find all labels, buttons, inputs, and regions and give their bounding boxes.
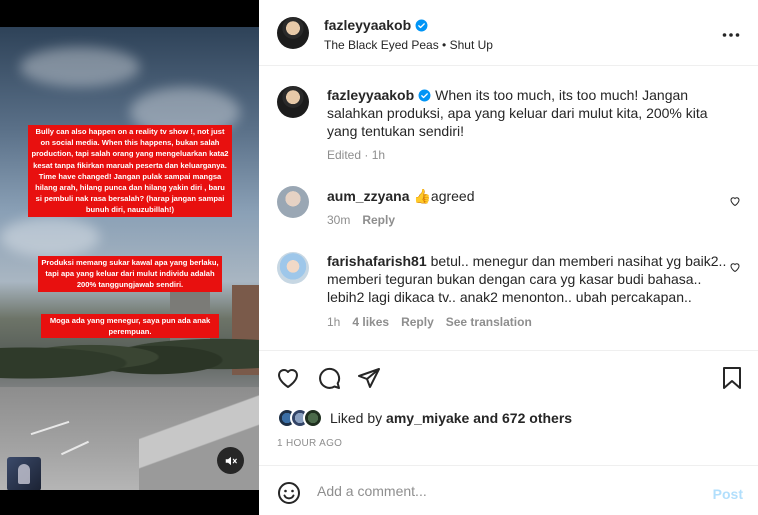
reply-button[interactable]: Reply xyxy=(401,315,434,329)
caption-username[interactable]: fazleyyaakob xyxy=(327,87,414,103)
video-caption-1: Bully can also happen on a reality tv sh… xyxy=(28,125,232,217)
more-horizontal-icon xyxy=(722,33,740,37)
comment-item: farishafarish81 betul.. menegur dan membe… xyxy=(277,252,747,332)
cloud xyxy=(20,47,140,87)
more-options-button[interactable] xyxy=(722,22,740,43)
reel-video[interactable]: Bully can also happen on a reality tv sh… xyxy=(0,27,259,490)
comment-input[interactable] xyxy=(317,479,697,503)
post-panel: fazleyyaakob The Black Eyed Peas • Shut … xyxy=(259,0,758,515)
caption-meta: Edited · 1h xyxy=(327,148,386,162)
comment-composer: Post xyxy=(259,465,758,515)
comment-time: 1h xyxy=(327,315,341,329)
author-avatar[interactable] xyxy=(277,17,309,49)
comment-username[interactable]: farishafarish81 xyxy=(327,253,427,269)
caption-avatar[interactable] xyxy=(277,86,309,118)
liked-by-others[interactable]: and 672 others xyxy=(473,410,572,426)
album-art[interactable] xyxy=(7,457,41,490)
comment-likes[interactable]: 4 likes xyxy=(352,315,389,329)
likes-summary: Liked by amy_miyake and 672 others xyxy=(277,407,572,429)
post-comment-button[interactable]: Post xyxy=(713,486,743,502)
post-timestamp[interactable]: 1 HOUR AGO xyxy=(277,438,342,449)
emoji-icon[interactable] xyxy=(277,481,301,505)
video-caption-2: Produksi memang sukar kawal apa yang ber… xyxy=(38,256,222,292)
comments-list: fazleyyaakob When its too much, its too m… xyxy=(259,67,758,350)
road-barrier xyxy=(139,387,259,490)
post-header: fazleyyaakob The Black Eyed Peas • Shut … xyxy=(259,0,758,66)
action-bar: Liked by amy_miyake and 672 others 1 HOU… xyxy=(259,350,758,465)
mute-button[interactable] xyxy=(217,447,244,474)
verified-badge-icon xyxy=(415,19,428,32)
cloud xyxy=(0,217,100,257)
post-media: Bully can also happen on a reality tv sh… xyxy=(0,0,259,515)
see-translation-button[interactable]: See translation xyxy=(446,315,532,329)
comment-text: 👍agreed xyxy=(413,188,475,204)
like-comment-heart-icon[interactable] xyxy=(729,195,741,207)
liked-by-prefix: Liked by xyxy=(330,410,383,426)
verified-badge-icon xyxy=(418,89,431,102)
liked-by-user[interactable]: amy_miyake xyxy=(386,410,469,426)
audio-link[interactable]: The Black Eyed Peas • Shut Up xyxy=(324,38,493,52)
author-username[interactable]: fazleyyaakob xyxy=(324,17,411,33)
save-bookmark-icon[interactable] xyxy=(722,366,742,390)
like-heart-icon[interactable] xyxy=(276,366,300,390)
commenter-avatar[interactable] xyxy=(277,252,309,284)
post-caption: fazleyyaakob When its too much, its too m… xyxy=(277,86,747,181)
speaker-muted-icon xyxy=(225,456,237,465)
liker-avatar[interactable] xyxy=(303,408,323,428)
like-comment-heart-icon[interactable] xyxy=(729,261,741,273)
comment-item: aum_zzyana 👍agreed 30m Reply xyxy=(277,186,747,231)
reply-button[interactable]: Reply xyxy=(362,213,395,227)
comment-bubble-icon[interactable] xyxy=(317,366,341,390)
commenter-avatar[interactable] xyxy=(277,186,309,218)
video-caption-3: Moga ada yang menegur, saya pun ada anak… xyxy=(41,314,219,339)
comment-time: 30m xyxy=(327,213,351,227)
album-figure xyxy=(18,464,30,484)
share-paper-plane-icon[interactable] xyxy=(357,366,381,390)
comment-username[interactable]: aum_zzyana xyxy=(327,188,409,204)
